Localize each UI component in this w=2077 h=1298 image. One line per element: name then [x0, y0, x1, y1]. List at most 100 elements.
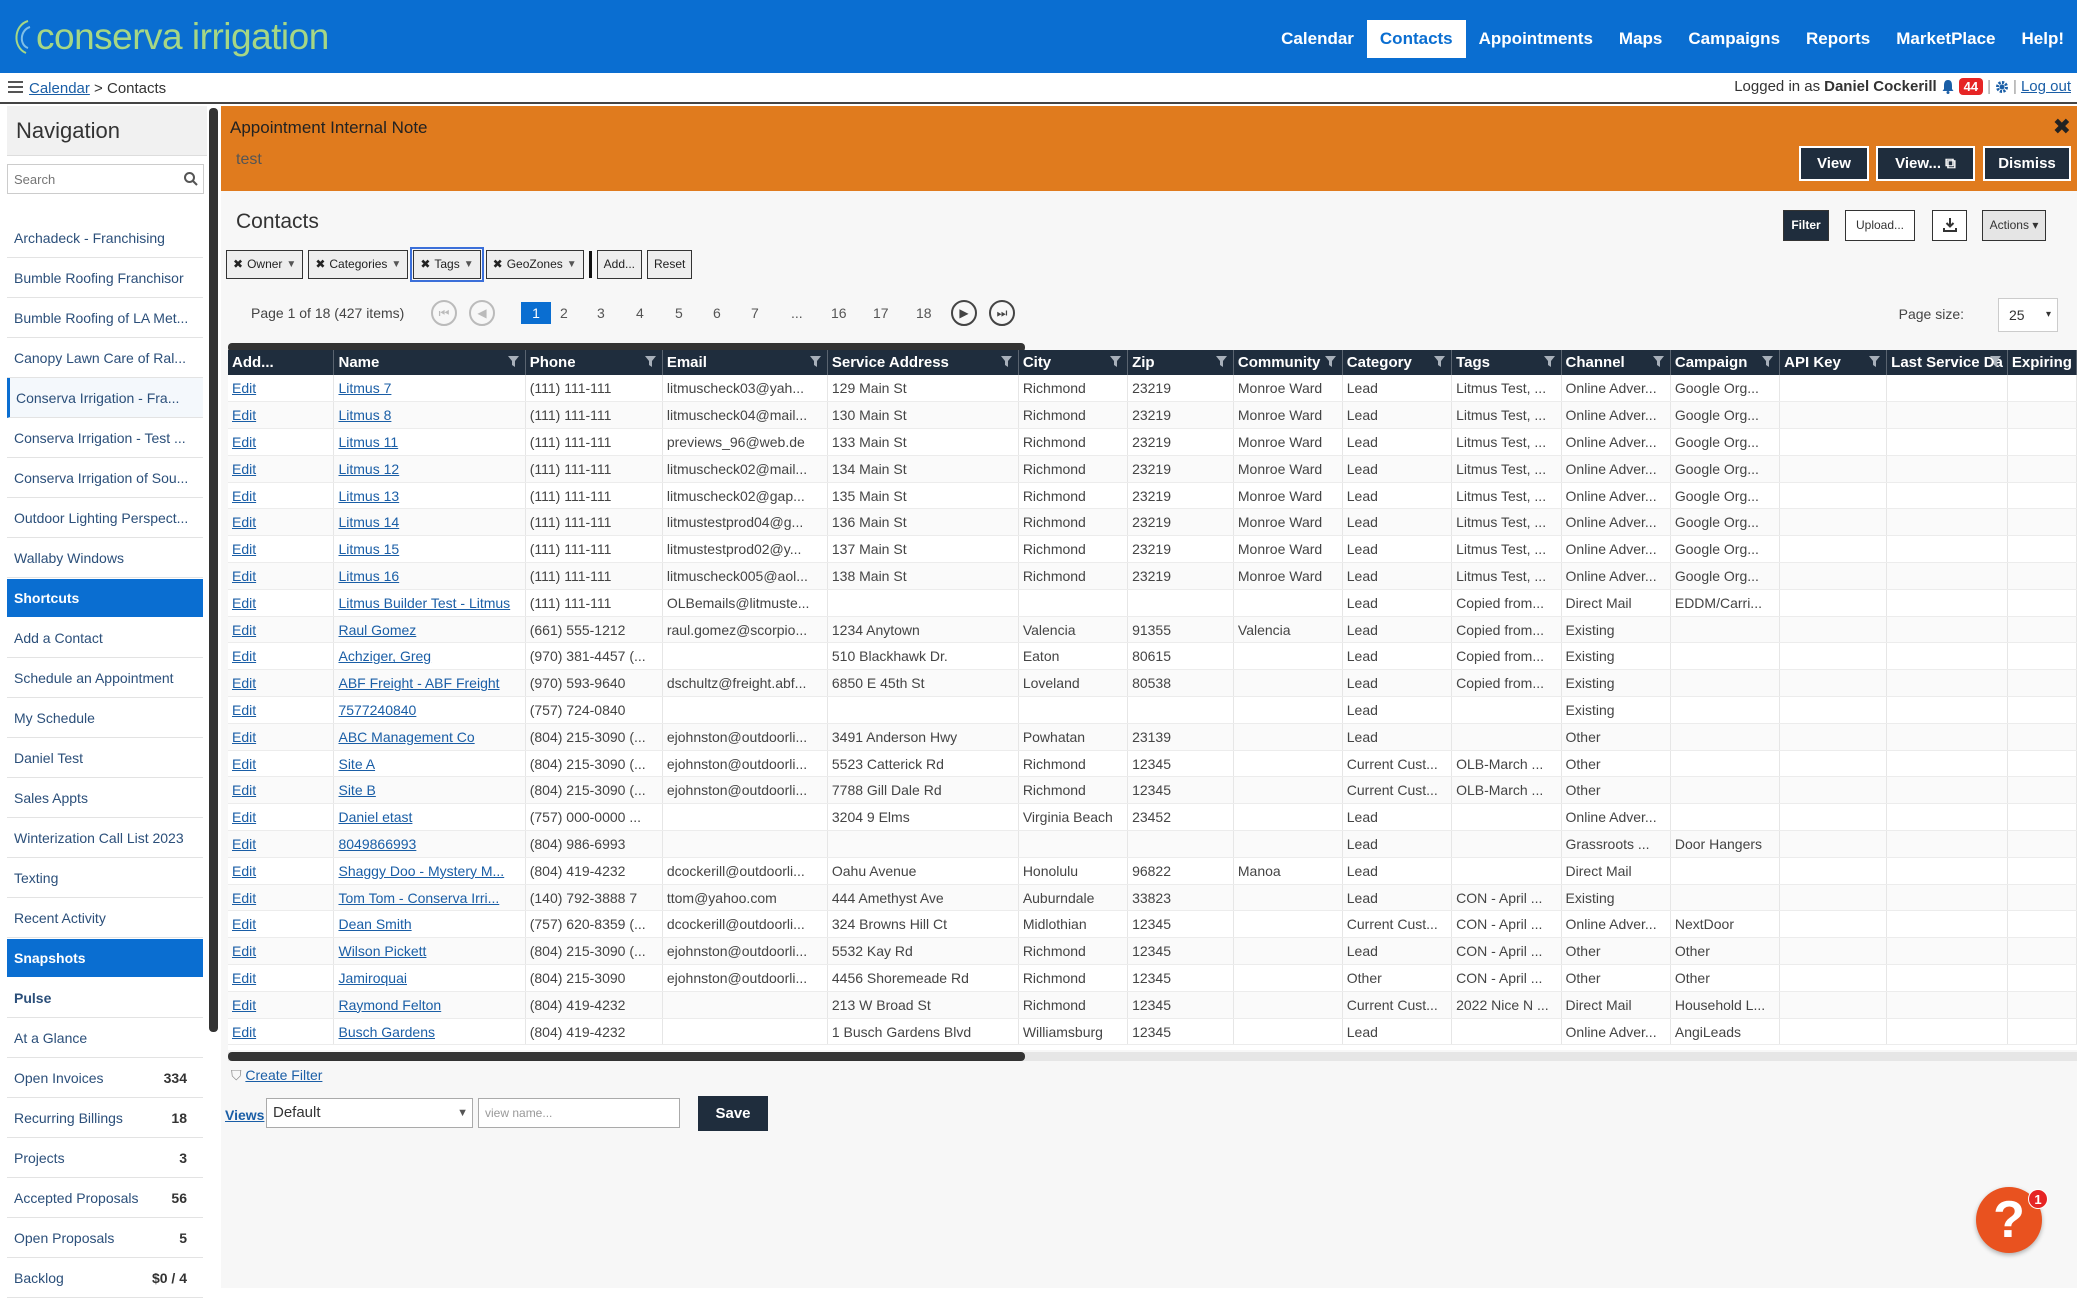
sidebar-snapshot-item[interactable]: Backlog$0 / 4 [7, 1258, 203, 1298]
sidebar-snapshot-item[interactable]: Projects3 [7, 1138, 203, 1178]
contact-name-link[interactable]: ABC Management Co [338, 729, 474, 745]
edit-link[interactable]: Edit [232, 997, 256, 1013]
remove-x-icon[interactable]: ✖ [420, 251, 430, 278]
contact-name-link[interactable]: Daniel etast [338, 809, 412, 825]
page-size-select[interactable]: 25 ▾ [1998, 298, 2058, 332]
notification-count-badge[interactable]: 44 [1959, 78, 1983, 95]
column-header-add[interactable]: Add... [228, 350, 334, 375]
column-header-campaign[interactable]: Campaign [1670, 350, 1779, 375]
edit-link[interactable]: Edit [232, 836, 256, 852]
bell-icon[interactable] [1941, 79, 1955, 94]
contact-name-link[interactable]: Site B [338, 782, 375, 798]
edit-link[interactable]: Edit [232, 514, 256, 530]
column-filter-icon[interactable] [810, 356, 821, 368]
sidebar-scrollbar[interactable] [209, 108, 218, 1032]
column-header-community[interactable]: Community [1233, 350, 1342, 375]
page-number[interactable]: 16 [831, 305, 847, 321]
nav-reports[interactable]: Reports [1793, 20, 1883, 58]
contact-name-link[interactable]: Jamiroquai [338, 970, 406, 986]
page-number[interactable]: 7 [751, 305, 759, 321]
page-number[interactable]: 6 [713, 305, 721, 321]
contact-name-link[interactable]: Dean Smith [338, 916, 411, 932]
edit-link[interactable]: Edit [232, 782, 256, 798]
view-button[interactable]: View [1799, 146, 1869, 181]
sidebar-shortcut-item[interactable]: Sales Appts [7, 778, 203, 818]
column-header-channel[interactable]: Channel [1561, 350, 1670, 375]
edit-link[interactable]: Edit [232, 648, 256, 664]
edit-link[interactable]: Edit [232, 407, 256, 423]
sidebar-account-item[interactable]: Conserva Irrigation - Test ... [7, 418, 203, 458]
view-name-input[interactable]: view name... [478, 1098, 680, 1128]
column-filter-icon[interactable] [1762, 356, 1773, 368]
contact-name-link[interactable]: Litmus 16 [338, 568, 399, 584]
column-header-tags[interactable]: Tags [1452, 350, 1561, 375]
sidebar-account-item[interactable]: Bumble Roofing Franchisor [7, 258, 203, 298]
edit-link[interactable]: Edit [232, 541, 256, 557]
contact-name-link[interactable]: Litmus Builder Test - Litmus [338, 595, 510, 611]
contact-name-link[interactable]: Wilson Pickett [338, 943, 426, 959]
page-number[interactable]: 5 [675, 305, 683, 321]
page-number[interactable]: 1 [521, 302, 551, 324]
page-number[interactable]: 17 [873, 305, 889, 321]
contact-name-link[interactable]: Litmus 13 [338, 488, 399, 504]
contact-name-link[interactable]: 8049866993 [338, 836, 416, 852]
edit-link[interactable]: Edit [232, 1024, 256, 1040]
column-header-phone[interactable]: Phone [525, 350, 662, 375]
sidebar-shortcut-item[interactable]: Winterization Call List 2023 [7, 818, 203, 858]
actions-dropdown[interactable]: Actions ▾ [1982, 210, 2046, 241]
sidebar-shortcut-item[interactable]: Add a Contact [7, 618, 203, 658]
sidebar-snapshot-item[interactable]: Pulse [7, 978, 203, 1018]
edit-link[interactable]: Edit [232, 622, 256, 638]
sidebar-shortcut-item[interactable]: Daniel Test [7, 738, 203, 778]
sidebar-shortcut-item[interactable]: Texting [7, 858, 203, 898]
contact-name-link[interactable]: Litmus 7 [338, 380, 391, 396]
page-number[interactable]: 18 [916, 305, 932, 321]
edit-link[interactable]: Edit [232, 488, 256, 504]
column-filter-icon[interactable] [1653, 356, 1664, 368]
gear-icon[interactable] [1995, 80, 2009, 94]
contact-name-link[interactable]: Litmus 8 [338, 407, 391, 423]
column-filter-icon[interactable] [508, 356, 519, 368]
sidebar-search-input[interactable] [8, 165, 168, 193]
edit-link[interactable]: Edit [232, 809, 256, 825]
edit-link[interactable]: Edit [232, 461, 256, 477]
column-filter-icon[interactable] [1434, 356, 1445, 368]
contact-name-link[interactable]: Shaggy Doo - Mystery M... [338, 863, 504, 879]
sidebar-account-item[interactable]: Conserva Irrigation of Sou... [7, 458, 203, 498]
previous-page-icon[interactable]: ◀ [469, 300, 495, 326]
sidebar-account-item[interactable]: Wallaby Windows [7, 538, 203, 578]
contact-name-link[interactable]: 7577240840 [338, 702, 416, 718]
contact-name-link[interactable]: ABF Freight - ABF Freight [338, 675, 499, 691]
column-header-zip[interactable]: Zip [1128, 350, 1234, 375]
column-header-service-address[interactable]: Service Address [827, 350, 1018, 375]
edit-link[interactable]: Edit [232, 568, 256, 584]
edit-link[interactable]: Edit [232, 863, 256, 879]
edit-link[interactable]: Edit [232, 702, 256, 718]
column-filter-icon[interactable] [645, 356, 656, 368]
edit-link[interactable]: Edit [232, 943, 256, 959]
filter-button[interactable]: Filter [1783, 210, 1829, 241]
page-number[interactable]: 3 [597, 305, 605, 321]
sidebar-account-item[interactable]: Outdoor Lighting Perspect... [7, 498, 203, 538]
contact-name-link[interactable]: Raymond Felton [338, 997, 441, 1013]
filter-chip-tags[interactable]: ✖Tags▼ [413, 250, 480, 279]
edit-link[interactable]: Edit [232, 916, 256, 932]
sidebar-account-item[interactable]: Bumble Roofing of LA Met... [7, 298, 203, 338]
remove-x-icon[interactable]: ✖ [233, 251, 243, 278]
breadcrumb-calendar-link[interactable]: Calendar [29, 80, 90, 97]
dismiss-button[interactable]: Dismiss [1983, 146, 2071, 181]
close-icon[interactable]: ✖ [2053, 114, 2071, 140]
contact-name-link[interactable]: Busch Gardens [338, 1024, 435, 1040]
edit-link[interactable]: Edit [232, 675, 256, 691]
nav-appointments[interactable]: Appointments [1466, 20, 1606, 58]
page-number[interactable]: 2 [560, 305, 568, 321]
contact-name-link[interactable]: Litmus 14 [338, 514, 399, 530]
sidebar-account-item[interactable]: Canopy Lawn Care of Ral... [7, 338, 203, 378]
column-filter-icon[interactable] [1001, 356, 1012, 368]
contact-name-link[interactable]: Achziger, Greg [338, 648, 431, 664]
contact-name-link[interactable]: Litmus 15 [338, 541, 399, 557]
column-header-email[interactable]: Email [662, 350, 827, 375]
download-icon[interactable] [1932, 210, 1967, 241]
upload-button[interactable]: Upload... [1845, 210, 1915, 241]
sidebar-shortcut-item[interactable]: Recent Activity [7, 898, 203, 938]
